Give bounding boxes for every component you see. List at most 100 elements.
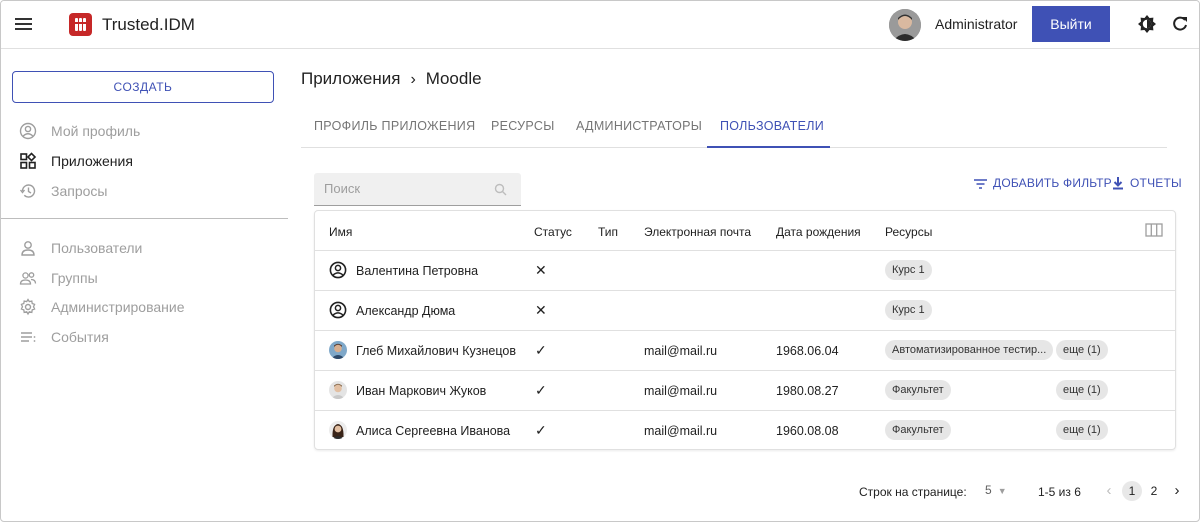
resource-chip[interactable]: Автоматизированное тестир... — [885, 340, 1054, 360]
gear-icon — [20, 298, 36, 316]
user-name-cell: Александр Дюма — [356, 304, 456, 318]
table-row[interactable]: Александр Дюма ✕ Курс 1 — [315, 290, 1175, 330]
app-window: Trusted.IDM Administrator Выйти СОЗДАТЬ … — [0, 0, 1200, 522]
table-row[interactable]: Алиса Сергеевна Иванова ✓ mail@mail.ru 1… — [315, 410, 1175, 450]
apps-icon — [20, 152, 37, 169]
sidebar-item-label: Пользователи — [51, 240, 143, 256]
logo-icon — [69, 13, 92, 36]
email-cell: mail@mail.ru — [644, 424, 718, 438]
breadcrumb: Приложения › Moodle — [301, 69, 482, 89]
resource-chip[interactable]: Курс 1 — [885, 300, 932, 320]
tab-resources[interactable]: РЕСУРСЫ — [491, 119, 555, 133]
avatar — [329, 381, 347, 399]
sidebar-item-label: Мой профиль — [51, 123, 141, 139]
column-header-email[interactable]: Электронная почта — [644, 225, 751, 239]
search-input[interactable] — [324, 181, 494, 196]
tab-users[interactable]: ПОЛЬЗОВАТЕЛИ — [720, 119, 824, 133]
filter-icon — [974, 179, 987, 189]
sidebar-item-events[interactable]: События — [19, 325, 279, 349]
breadcrumb-parent[interactable]: Приложения — [301, 69, 400, 88]
column-header-resources[interactable]: Ресурсы — [885, 225, 932, 239]
birthdate-cell: 1968.06.04 — [776, 344, 839, 358]
create-button[interactable]: СОЗДАТЬ — [12, 71, 274, 103]
rows-per-page-value: 5 — [985, 483, 992, 497]
sidebar-item-label: Администрирование — [51, 299, 185, 315]
column-header-status[interactable]: Статус — [534, 225, 572, 239]
chevron-down-icon: ▼ — [997, 486, 1007, 496]
sidebar-item-apps[interactable]: Приложения — [19, 149, 279, 173]
top-app-bar: Trusted.IDM Administrator Выйти — [1, 1, 1199, 49]
sidebar-item-label: Приложения — [51, 153, 133, 169]
user-name-cell: Валентина Петровна — [356, 264, 479, 278]
table-row[interactable]: Иван Маркович Жуков ✓ mail@mail.ru 1980.… — [315, 370, 1175, 410]
sidebar-item-groups[interactable]: Группы — [19, 266, 279, 290]
more-resources-chip[interactable]: еще (1) — [1056, 420, 1108, 440]
breadcrumb-current: Moodle — [425, 69, 482, 88]
chevron-right-icon[interactable]: › — [1167, 481, 1187, 501]
person-icon — [21, 241, 35, 256]
reports-button[interactable]: ОТЧЕТЫ — [1112, 176, 1182, 190]
page-button-1[interactable]: 1 — [1122, 481, 1142, 501]
tab-administrators[interactable]: АДМИНИСТРАТОРЫ — [576, 119, 702, 133]
avatar — [329, 421, 347, 439]
menu-icon[interactable] — [15, 15, 35, 35]
account-circle-icon — [329, 301, 347, 319]
account-circle-icon — [19, 122, 37, 140]
search-box — [314, 173, 521, 206]
chevron-left-icon[interactable]: ‹ — [1099, 481, 1119, 501]
column-header-type[interactable]: Тип — [598, 225, 618, 239]
active-tab-indicator — [707, 146, 830, 148]
avatar — [329, 341, 347, 359]
birthdate-cell: 1960.08.08 — [776, 424, 839, 438]
email-cell: mail@mail.ru — [644, 344, 718, 358]
resource-chip[interactable]: Курс 1 — [885, 260, 932, 280]
group-icon — [19, 272, 37, 285]
account-circle-icon — [329, 261, 347, 279]
pagination-range: 1-5 из 6 — [1038, 485, 1081, 499]
sidebar-item-admin[interactable]: Администрирование — [19, 295, 279, 319]
more-resources-chip[interactable]: еще (1) — [1056, 380, 1108, 400]
resource-chip[interactable]: Факультет — [885, 380, 951, 400]
user-name: Administrator — [935, 16, 1018, 32]
column-header-birthdate[interactable]: Дата рождения — [776, 225, 861, 239]
status-inactive-icon: ✕ — [535, 262, 547, 278]
rows-per-page-label: Строк на странице: — [859, 485, 967, 499]
more-resources-chip[interactable]: еще (1) — [1056, 340, 1108, 360]
add-filter-button[interactable]: ДОБАВИТЬ ФИЛЬТР — [974, 176, 1112, 190]
columns-icon[interactable] — [1145, 223, 1163, 237]
user-name-cell: Иван Маркович Жуков — [356, 384, 487, 398]
birthdate-cell: 1980.08.27 — [776, 384, 839, 398]
sidebar-item-users[interactable]: Пользователи — [19, 236, 279, 260]
status-active-icon: ✓ — [535, 422, 547, 438]
status-active-icon: ✓ — [535, 382, 547, 398]
sidebar-item-label: Группы — [51, 270, 98, 286]
avatar[interactable] — [889, 9, 921, 41]
tab-app-profile[interactable]: ПРОФИЛЬ ПРИЛОЖЕНИЯ — [314, 119, 475, 133]
sidebar-item-profile[interactable]: Мой профиль — [19, 119, 279, 143]
table-row[interactable]: Валентина Петровна ✕ Курс 1 — [315, 250, 1175, 290]
search-icon — [494, 183, 507, 196]
app-title: Trusted.IDM — [102, 15, 195, 34]
history-icon — [19, 184, 36, 198]
email-cell: mail@mail.ru — [644, 384, 718, 398]
user-name-cell: Глеб Михайлович Кузнецов — [356, 344, 516, 358]
column-header-name[interactable]: Имя — [329, 225, 352, 239]
status-active-icon: ✓ — [535, 342, 547, 358]
status-inactive-icon: ✕ — [535, 302, 547, 318]
theme-toggle-icon[interactable] — [1137, 14, 1157, 34]
refresh-icon[interactable] — [1171, 15, 1189, 33]
table-row[interactable]: Глеб Михайлович Кузнецов ✓ mail@mail.ru … — [315, 330, 1175, 370]
sidebar-divider — [1, 218, 288, 219]
rows-per-page-select[interactable]: 5 ▼ — [985, 483, 1007, 497]
add-filter-label: ДОБАВИТЬ ФИЛЬТР — [993, 176, 1112, 190]
download-icon — [1113, 177, 1123, 190]
sidebar-item-label: Запросы — [51, 183, 108, 199]
chevron-right-icon: › — [410, 71, 416, 88]
logout-button[interactable]: Выйти — [1032, 6, 1110, 42]
sidebar-item-label: События — [51, 329, 109, 345]
page-button-2[interactable]: 2 — [1144, 481, 1164, 501]
reports-label: ОТЧЕТЫ — [1130, 176, 1182, 190]
sidebar-item-requests[interactable]: Запросы — [19, 179, 279, 203]
resource-chip[interactable]: Факультет — [885, 420, 951, 440]
list-icon — [21, 332, 36, 342]
